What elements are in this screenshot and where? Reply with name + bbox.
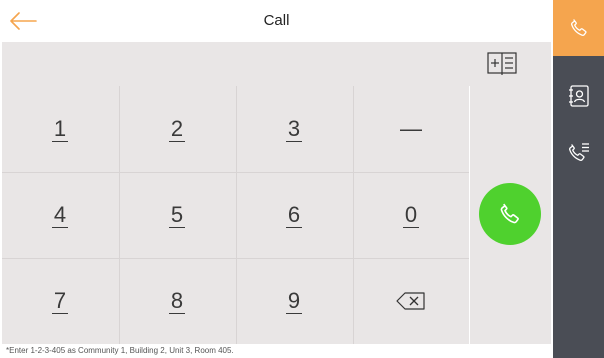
call-column [470, 86, 551, 344]
key-8[interactable]: 8 [119, 258, 235, 344]
key-7[interactable]: 7 [2, 258, 118, 344]
header: Call [0, 0, 553, 42]
key-dash[interactable]: — [353, 86, 469, 172]
sidebar-item-contacts[interactable] [553, 68, 604, 124]
add-from-contacts-icon [487, 52, 517, 75]
backspace-icon [396, 292, 425, 310]
call-log-icon [568, 143, 589, 161]
key-6[interactable]: 6 [236, 172, 352, 258]
key-0[interactable]: 0 [353, 172, 469, 258]
key-2[interactable]: 2 [119, 86, 235, 172]
sidebar-item-call-log[interactable] [553, 124, 604, 180]
contacts-icon [568, 85, 589, 107]
call-screen: Call 1 2 3 — 4 5 6 0 7 8 9 *Enter 1-2-3-… [0, 0, 553, 358]
sidebar [553, 0, 604, 358]
key-9[interactable]: 9 [236, 258, 352, 344]
number-input[interactable] [2, 42, 551, 86]
input-hint: *Enter 1-2-3-405 as Community 1, Buildin… [2, 344, 551, 358]
key-5[interactable]: 5 [119, 172, 235, 258]
phone-icon [500, 203, 519, 224]
page-title: Call [263, 12, 290, 29]
call-button[interactable] [479, 183, 541, 245]
key-1[interactable]: 1 [2, 86, 118, 172]
add-from-contacts-button[interactable] [485, 51, 519, 77]
key-3[interactable]: 3 [236, 86, 352, 172]
phone-icon [570, 19, 587, 36]
dial-keypad: 1 2 3 — 4 5 6 0 7 8 9 [2, 86, 469, 344]
key-4[interactable]: 4 [2, 172, 118, 258]
sidebar-item-call[interactable] [553, 0, 604, 56]
backspace-button[interactable] [353, 258, 469, 344]
